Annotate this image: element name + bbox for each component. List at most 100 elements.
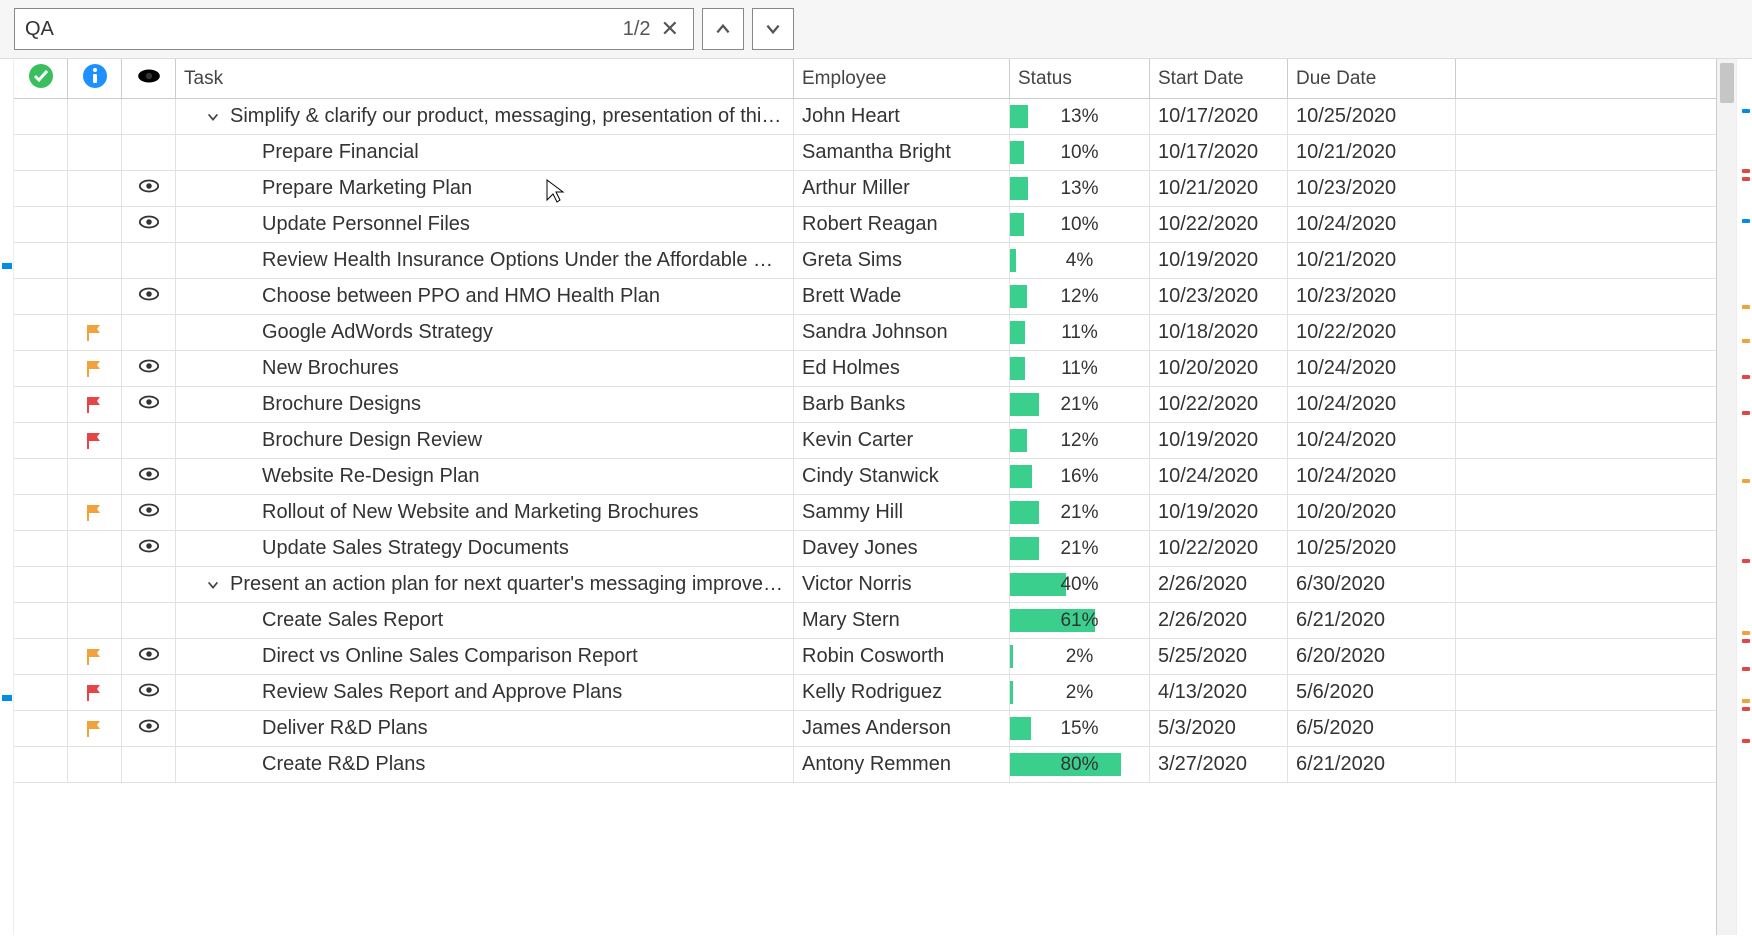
cell-task[interactable]: Direct vs Online Sales Comparison Report xyxy=(176,639,794,674)
table-row[interactable]: Deliver R&D PlansJames Anderson15%5/3/20… xyxy=(14,711,1716,747)
flag-icon xyxy=(85,647,105,667)
cell-status: 13% xyxy=(1010,99,1150,134)
cell-task[interactable]: Website Re-Design Plan xyxy=(176,459,794,494)
cell-done xyxy=(14,603,68,638)
search-input[interactable] xyxy=(25,18,623,41)
cell-status: 10% xyxy=(1010,135,1150,170)
scroll-thumb[interactable] xyxy=(1720,63,1734,103)
cell-status: 12% xyxy=(1010,423,1150,458)
task-label: Deliver R&D Plans xyxy=(262,717,428,740)
overview-tick xyxy=(1742,339,1750,343)
col-header-due[interactable]: Due Date xyxy=(1288,59,1456,98)
cell-watch xyxy=(122,495,176,530)
cell-task[interactable]: Choose between PPO and HMO Health Plan xyxy=(176,279,794,314)
cell-watch xyxy=(122,603,176,638)
table-row[interactable]: Website Re-Design PlanCindy Stanwick16%1… xyxy=(14,459,1716,495)
cell-start: 10/21/2020 xyxy=(1150,171,1288,206)
cell-task[interactable]: Rollout of New Website and Marketing Bro… xyxy=(176,495,794,530)
cell-done xyxy=(14,315,68,350)
cell-done xyxy=(14,459,68,494)
cell-watch xyxy=(122,675,176,710)
cell-task[interactable]: Deliver R&D Plans xyxy=(176,711,794,746)
cell-done xyxy=(14,675,68,710)
table-row[interactable]: Brochure Design ReviewKevin Carter12%10/… xyxy=(14,423,1716,459)
cell-watch xyxy=(122,567,176,602)
table-row[interactable]: Direct vs Online Sales Comparison Report… xyxy=(14,639,1716,675)
find-prev-button[interactable] xyxy=(702,8,744,50)
cell-employee: Samantha Bright xyxy=(794,135,1010,170)
cell-task[interactable]: Create Sales Report xyxy=(176,603,794,638)
cell-due: 10/21/2020 xyxy=(1288,135,1456,170)
col-header-task[interactable]: Task xyxy=(176,59,794,98)
cell-task[interactable]: Google AdWords Strategy xyxy=(176,315,794,350)
cell-task[interactable]: New Brochures xyxy=(176,351,794,386)
col-header-start[interactable]: Start Date xyxy=(1150,59,1288,98)
table-row[interactable]: Prepare Marketing PlanArthur Miller13%10… xyxy=(14,171,1716,207)
cell-start: 4/13/2020 xyxy=(1150,675,1288,710)
expand-icon[interactable] xyxy=(204,576,222,594)
cell-start: 3/27/2020 xyxy=(1150,747,1288,782)
cell-flag xyxy=(68,315,122,350)
find-next-button[interactable] xyxy=(752,8,794,50)
overview-tick xyxy=(1742,109,1750,113)
eye-icon xyxy=(138,213,160,236)
cell-flag xyxy=(68,351,122,386)
cell-task[interactable]: Brochure Design Review xyxy=(176,423,794,458)
search-box[interactable]: 1/2 ✕ xyxy=(14,8,694,50)
cell-task[interactable]: Update Sales Strategy Documents xyxy=(176,531,794,566)
cell-task[interactable]: Present an action plan for next quarter'… xyxy=(176,567,794,602)
cell-employee: Arthur Miller xyxy=(794,171,1010,206)
clear-search-icon[interactable]: ✕ xyxy=(657,16,683,42)
cell-done xyxy=(14,567,68,602)
cell-watch xyxy=(122,387,176,422)
cell-flag xyxy=(68,603,122,638)
table-row[interactable]: Brochure DesignsBarb Banks21%10/22/20201… xyxy=(14,387,1716,423)
task-label: Google AdWords Strategy xyxy=(262,321,493,344)
table-row[interactable]: Create R&D PlansAntony Remmen80%3/27/202… xyxy=(14,747,1716,783)
cell-flag xyxy=(68,207,122,242)
table-row[interactable]: Update Personnel FilesRobert Reagan10%10… xyxy=(14,207,1716,243)
table-row[interactable]: Review Sales Report and Approve PlansKel… xyxy=(14,675,1716,711)
cell-task[interactable]: Review Health Insurance Options Under th… xyxy=(176,243,794,278)
cell-employee: Brett Wade xyxy=(794,279,1010,314)
col-header-status[interactable]: Status xyxy=(1010,59,1150,98)
cell-employee: Mary Stern xyxy=(794,603,1010,638)
flag-icon xyxy=(85,323,105,343)
table-row[interactable]: New BrochuresEd Holmes11%10/20/202010/24… xyxy=(14,351,1716,387)
cell-done xyxy=(14,387,68,422)
cell-due: 10/23/2020 xyxy=(1288,279,1456,314)
col-header-flag[interactable] xyxy=(68,59,122,98)
table-row[interactable]: Simplify & clarify our product, messagin… xyxy=(14,99,1716,135)
cell-start: 10/19/2020 xyxy=(1150,423,1288,458)
table-row[interactable]: Update Sales Strategy DocumentsDavey Jon… xyxy=(14,531,1716,567)
cell-task[interactable]: Review Sales Report and Approve Plans xyxy=(176,675,794,710)
table-row[interactable]: Choose between PPO and HMO Health PlanBr… xyxy=(14,279,1716,315)
table-row[interactable]: Prepare FinancialSamantha Bright10%10/17… xyxy=(14,135,1716,171)
table-row[interactable]: Present an action plan for next quarter'… xyxy=(14,567,1716,603)
cell-task[interactable]: Simplify & clarify our product, messagin… xyxy=(176,99,794,134)
expand-icon[interactable] xyxy=(204,108,222,126)
table-header: Task Employee Status Start Date Due Date xyxy=(14,59,1716,99)
col-header-done[interactable] xyxy=(14,59,68,98)
col-header-watch[interactable] xyxy=(122,59,176,98)
overview-tick xyxy=(1742,707,1750,711)
table-row[interactable]: Google AdWords StrategySandra Johnson11%… xyxy=(14,315,1716,351)
flag-icon xyxy=(85,503,105,523)
cell-flag xyxy=(68,747,122,782)
col-header-employee[interactable]: Employee xyxy=(794,59,1010,98)
eye-icon xyxy=(138,645,160,668)
cell-task[interactable]: Prepare Financial xyxy=(176,135,794,170)
table-row[interactable]: Rollout of New Website and Marketing Bro… xyxy=(14,495,1716,531)
cell-employee: Antony Remmen xyxy=(794,747,1010,782)
cell-task[interactable]: Update Personnel Files xyxy=(176,207,794,242)
table-row[interactable]: Review Health Insurance Options Under th… xyxy=(14,243,1716,279)
cell-watch xyxy=(122,747,176,782)
cell-watch xyxy=(122,207,176,242)
cell-flag xyxy=(68,423,122,458)
table-row[interactable]: Create Sales ReportMary Stern61%2/26/202… xyxy=(14,603,1716,639)
vertical-scrollbar[interactable] xyxy=(1716,59,1736,935)
cell-status: 4% xyxy=(1010,243,1150,278)
cell-task[interactable]: Prepare Marketing Plan xyxy=(176,171,794,206)
cell-task[interactable]: Brochure Designs xyxy=(176,387,794,422)
cell-task[interactable]: Create R&D Plans xyxy=(176,747,794,782)
